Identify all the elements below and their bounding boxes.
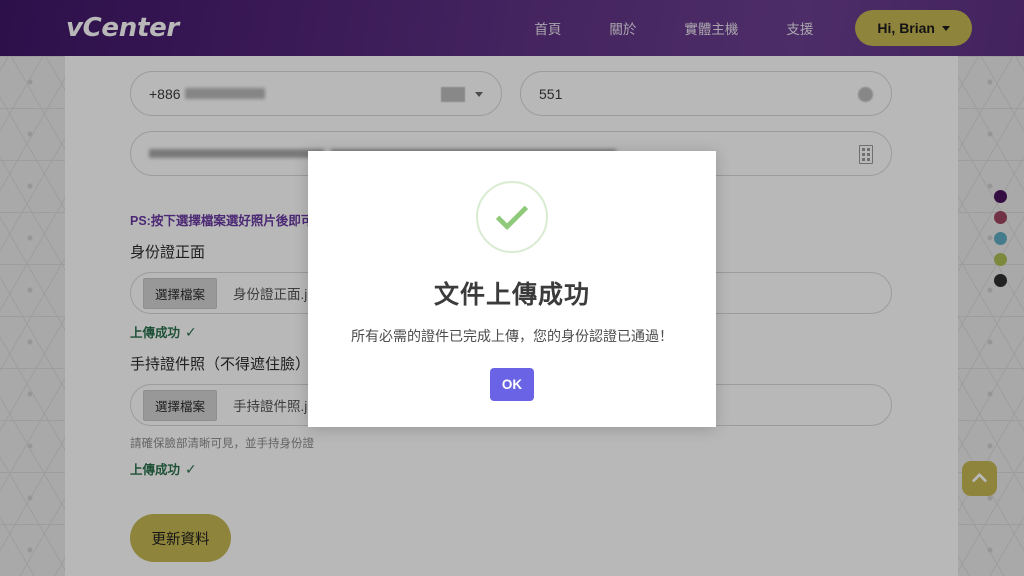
choose-file-button-id-front[interactable]: 選擇檔案 (143, 278, 217, 309)
nav-item-home[interactable]: 首頁 (510, 18, 585, 38)
country-flag-icon (441, 87, 465, 102)
check-icon: ✓ (185, 462, 197, 476)
top-navigation-bar: vCenter 首頁 關於 實體主機 支援 Hi, Brian (0, 0, 1024, 56)
code-input[interactable]: 551 (520, 71, 892, 116)
color-dot-cyan[interactable] (994, 232, 1007, 245)
contact-row: +886 551 (130, 56, 893, 116)
upload-status-selfie: 上傳成功 ✓ (130, 459, 893, 478)
modal-title: 文件上傳成功 (434, 275, 590, 311)
upload-status-text: 上傳成功 (130, 322, 180, 341)
user-menu-button[interactable]: Hi, Brian (855, 10, 972, 46)
code-value: 551 (539, 86, 562, 102)
color-dot-purple[interactable] (994, 190, 1007, 203)
address-redacted-part-1 (149, 149, 324, 158)
nav-item-about[interactable]: 關於 (585, 18, 660, 38)
update-profile-button[interactable]: 更新資料 (130, 514, 231, 562)
chevron-down-icon[interactable] (475, 92, 483, 97)
upload-status-text: 上傳成功 (130, 459, 180, 478)
building-icon (859, 145, 873, 164)
selfie-hint: 請確保臉部清晰可見，並手持身份證 (130, 435, 893, 451)
check-icon (496, 198, 529, 231)
color-dot-dark[interactable] (994, 274, 1007, 287)
choose-file-button-selfie[interactable]: 選擇檔案 (143, 390, 217, 421)
modal-message: 所有必需的證件已完成上傳，您的身份認證已通過！ (351, 326, 673, 346)
phone-number-redacted (185, 88, 265, 99)
phone-input[interactable]: +886 (130, 71, 502, 116)
check-icon: ✓ (185, 325, 197, 339)
chevron-down-icon (942, 26, 950, 31)
color-dot-stack[interactable] (994, 190, 1007, 287)
success-check-circle-icon (476, 181, 548, 253)
scroll-to-top-button[interactable] (962, 461, 997, 496)
user-menu-label: Hi, Brian (877, 20, 935, 36)
modal-ok-button[interactable]: OK (490, 368, 534, 401)
nav-item-dedicated-host[interactable]: 實體主機 (660, 18, 762, 38)
upload-success-modal: 文件上傳成功 所有必需的證件已完成上傳，您的身份認證已通過！ OK (308, 151, 716, 427)
color-dot-green[interactable] (994, 253, 1007, 266)
phone-country-code: +886 (149, 86, 181, 102)
brand-logo[interactable]: vCenter (66, 13, 179, 43)
circle-icon (858, 87, 873, 102)
color-dot-pink[interactable] (994, 211, 1007, 224)
nav-links: 首頁 關於 實體主機 支援 Hi, Brian (510, 10, 1024, 46)
chevron-up-icon (972, 473, 988, 489)
nav-item-support[interactable]: 支援 (762, 18, 837, 38)
